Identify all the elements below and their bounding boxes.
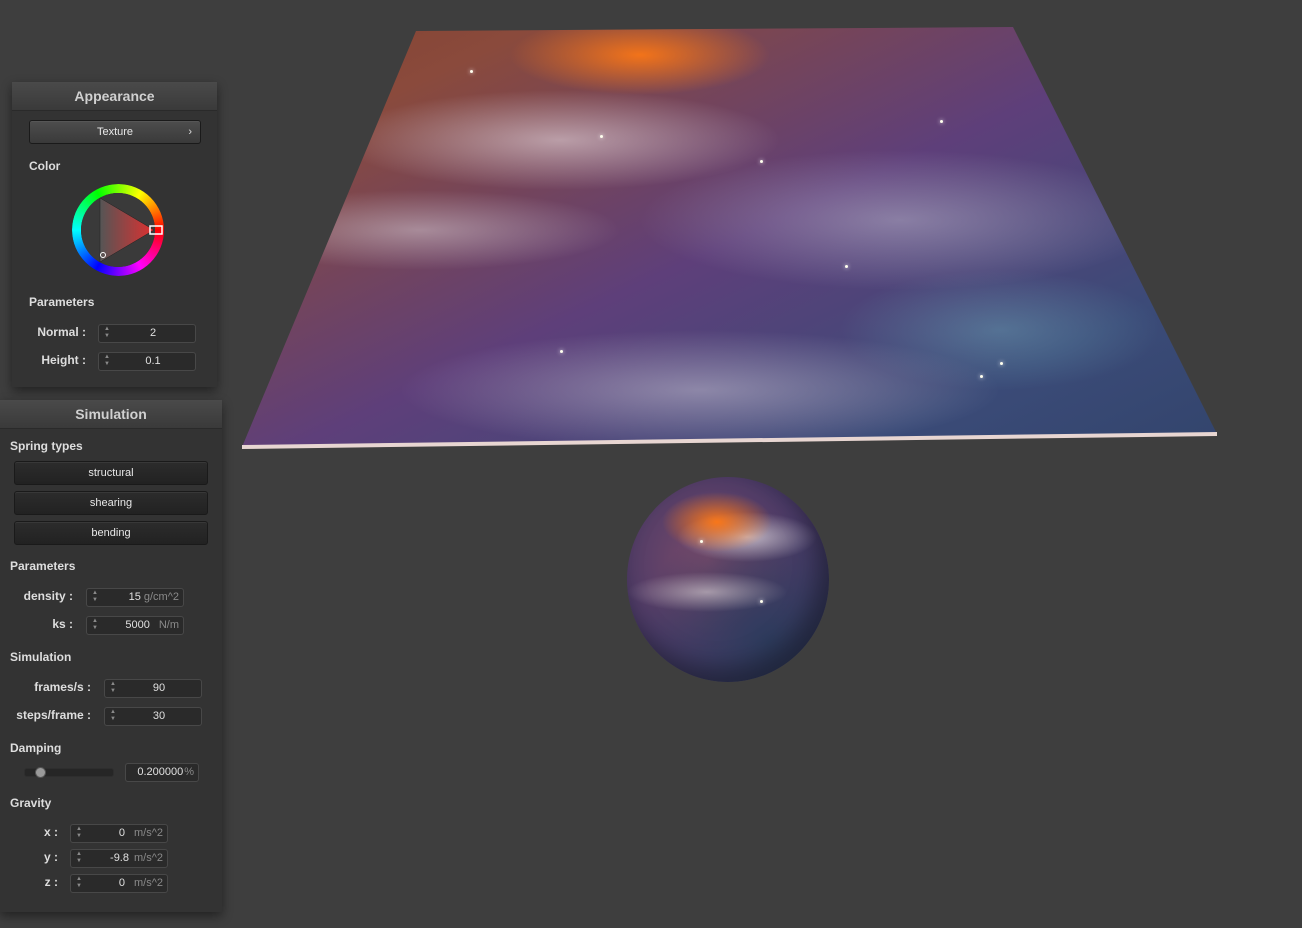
fps-spinbox[interactable]: ▲ ▼ 90 (104, 679, 202, 698)
bending-springs-button[interactable]: bending (14, 521, 208, 545)
spinbox-arrows-icon[interactable]: ▲ ▼ (75, 826, 83, 840)
height-value: 0.1 (145, 355, 161, 367)
density-unit: g/cm^2 (143, 591, 179, 603)
star (600, 135, 603, 138)
gravity-y-spinbox[interactable]: ▲ ▼ -9.8 m/s^2 (70, 849, 168, 868)
normal-value: 2 (149, 327, 157, 339)
normal-label: Normal : (37, 325, 86, 339)
gravity-z-value: 0 (118, 877, 125, 889)
simulation-parameters-label: Parameters (10, 559, 76, 573)
spinbox-arrows-icon[interactable]: ▲ ▼ (75, 876, 83, 890)
collision-sphere (627, 477, 829, 682)
density-value: 15 (128, 591, 141, 603)
fps-value: 90 (152, 682, 166, 694)
shader-select-button[interactable]: Texture › (29, 120, 201, 144)
height-spinbox[interactable]: ▲ ▼ 0.1 (98, 352, 196, 371)
star (700, 540, 703, 543)
normal-spinbox[interactable]: ▲ ▼ 2 (98, 324, 196, 343)
damping-textbox[interactable]: 0.200000% (125, 763, 199, 782)
damping-unit: % (184, 766, 194, 778)
steps-value: 30 (152, 710, 166, 722)
simulation-group-label: Simulation (10, 650, 72, 664)
color-wheel[interactable] (72, 184, 166, 276)
ks-spinbox[interactable]: ▲ ▼ 5000 N/m (86, 616, 184, 635)
ks-unit: N/m (158, 619, 179, 631)
structural-springs-button[interactable]: structural (14, 461, 208, 485)
star (560, 350, 563, 353)
steps-label: steps/frame : (16, 708, 91, 722)
ks-value: 5000 (125, 619, 150, 631)
height-label: Height : (41, 353, 86, 367)
appearance-panel: Appearance Texture › Color Parameters No… (12, 82, 217, 387)
simulation-panel: Simulation Spring types structural shear… (0, 400, 222, 912)
appearance-parameters-label: Parameters (29, 295, 95, 309)
ks-label: ks : (52, 617, 73, 631)
steps-spinbox[interactable]: ▲ ▼ 30 (104, 707, 202, 726)
gravity-x-value: 0 (118, 827, 125, 839)
gravity-z-spinbox[interactable]: ▲ ▼ 0 m/s^2 (70, 874, 168, 893)
star (980, 375, 983, 378)
star (845, 265, 848, 268)
gravity-z-label: z : (44, 875, 58, 889)
star (470, 70, 473, 73)
gravity-label: Gravity (10, 796, 52, 810)
star (940, 120, 943, 123)
damping-value: 0.200000 (137, 766, 184, 778)
gravity-x-unit: m/s^2 (134, 827, 163, 839)
spring-types-label: Spring types (10, 439, 83, 453)
star (1000, 362, 1003, 365)
spinbox-arrows-icon[interactable]: ▲ ▼ (75, 851, 83, 865)
spinbox-arrows-icon[interactable]: ▲ ▼ (103, 326, 111, 340)
density-spinbox[interactable]: ▲ ▼ 15 g/cm^2 (86, 588, 184, 607)
gravity-y-value: -9.8 (110, 852, 129, 864)
spinbox-arrows-icon[interactable]: ▲ ▼ (109, 709, 117, 723)
gravity-y-unit: m/s^2 (134, 852, 163, 864)
damping-slider-handle[interactable] (35, 767, 46, 778)
density-label: density : (23, 589, 73, 603)
gravity-x-spinbox[interactable]: ▲ ▼ 0 m/s^2 (70, 824, 168, 843)
shearing-springs-button[interactable]: shearing (14, 491, 208, 515)
spinbox-arrows-icon[interactable]: ▲ ▼ (91, 590, 99, 604)
spinbox-arrows-icon[interactable]: ▲ ▼ (109, 681, 117, 695)
gravity-y-label: y : (43, 850, 58, 864)
spinbox-arrows-icon[interactable]: ▲ ▼ (103, 354, 111, 368)
chevron-right-icon: › (188, 126, 192, 138)
star (760, 600, 763, 603)
color-label: Color (29, 159, 61, 173)
simulation-panel-title[interactable]: Simulation (0, 400, 222, 429)
fps-label: frames/s : (34, 680, 91, 694)
gravity-z-unit: m/s^2 (134, 877, 163, 889)
star (760, 160, 763, 163)
damping-slider[interactable] (24, 767, 114, 778)
shader-select-label: Texture (96, 126, 134, 138)
appearance-panel-title[interactable]: Appearance (12, 82, 217, 111)
gravity-x-label: x : (43, 825, 58, 839)
spinbox-arrows-icon[interactable]: ▲ ▼ (91, 618, 99, 632)
damping-label: Damping (10, 741, 62, 755)
